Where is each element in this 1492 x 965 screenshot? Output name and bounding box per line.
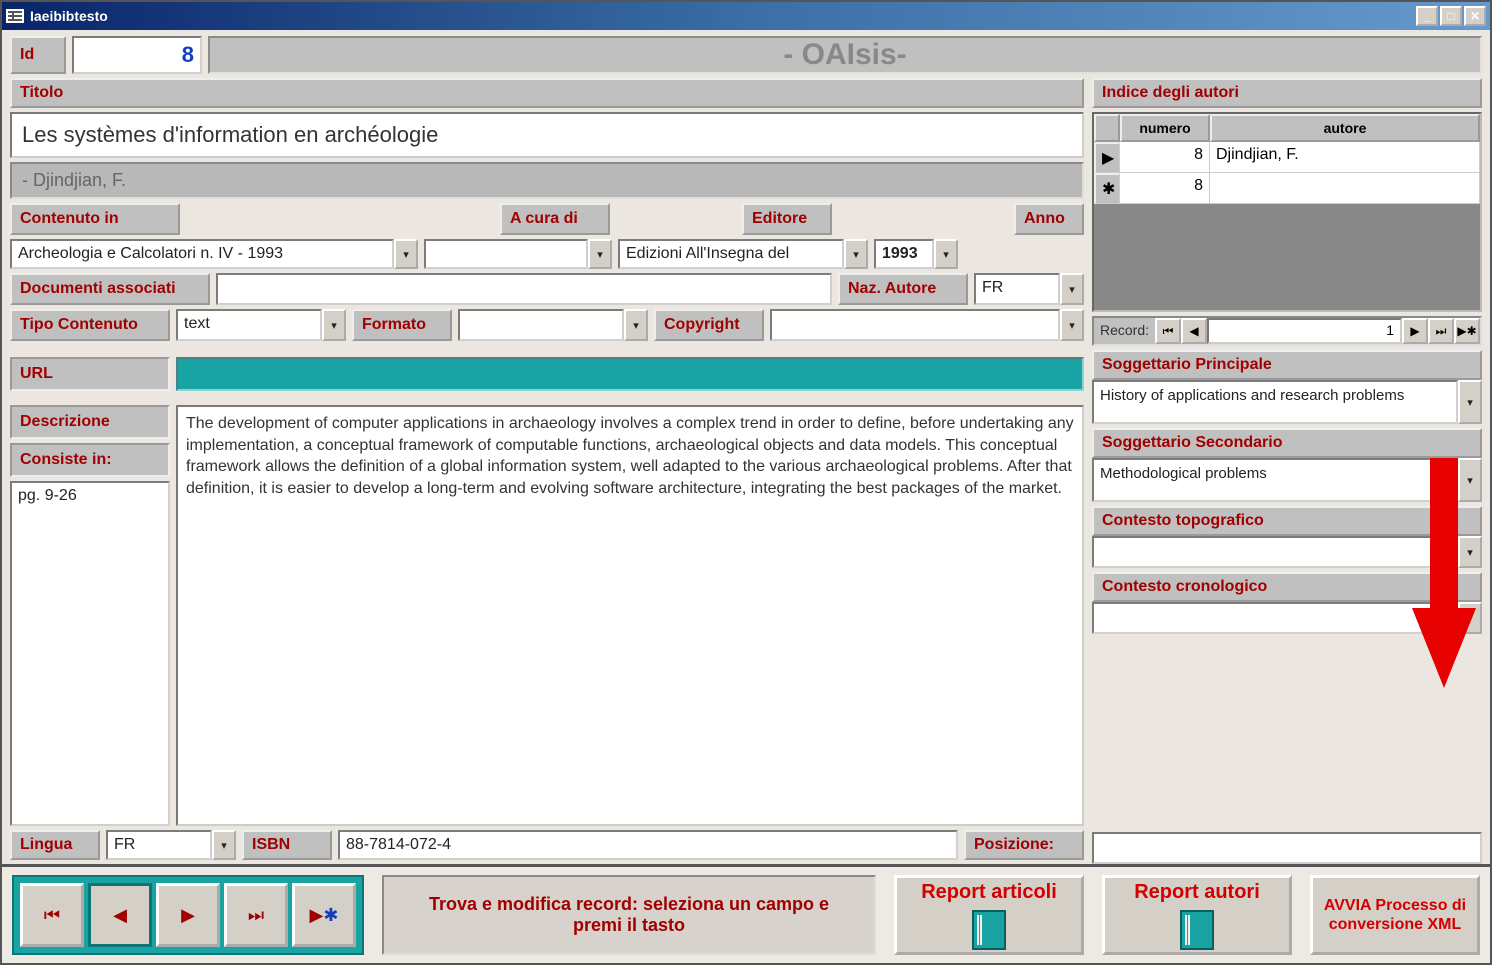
formato-dropdown[interactable]: [624, 309, 648, 341]
close-button[interactable]: ✕: [1464, 6, 1486, 26]
titolo-field[interactable]: Les systèmes d'information en archéologi…: [10, 112, 1084, 158]
sogg-principale-label: Soggettario Principale: [1092, 350, 1482, 380]
notebook-icon: [972, 910, 1006, 950]
a-cura-di-field[interactable]: [424, 239, 588, 269]
contesto-crono-dropdown[interactable]: [1458, 602, 1482, 634]
naz-autore-field[interactable]: FR: [974, 273, 1060, 305]
cell-autore[interactable]: [1210, 173, 1480, 204]
posizione-field[interactable]: [1092, 832, 1482, 864]
id-label: Id: [10, 36, 66, 74]
formato-label: Formato: [352, 309, 452, 341]
rec-first-button[interactable]: ⏮: [1155, 318, 1181, 344]
rec-last-button[interactable]: ⏭: [1428, 318, 1454, 344]
anno-field[interactable]: 1993: [874, 239, 934, 269]
sogg-secondario-field[interactable]: Methodological problems: [1092, 458, 1458, 502]
isbn-field[interactable]: 88-7814-072-4: [338, 830, 958, 860]
copyright-field[interactable]: [770, 309, 1060, 341]
contesto-topo-label: Contesto topografico: [1092, 506, 1482, 536]
record-label: Record:: [1094, 318, 1155, 344]
sogg-principale-field[interactable]: History of applications and research pro…: [1092, 380, 1458, 424]
col-autore-header[interactable]: autore: [1210, 114, 1480, 142]
a-cura-di-dropdown[interactable]: [588, 239, 612, 269]
documenti-associati-label: Documenti associati: [10, 273, 210, 305]
descrizione-label: Descrizione: [10, 405, 170, 439]
descrizione-field[interactable]: The development of computer applications…: [176, 405, 1084, 826]
formato-field[interactable]: [458, 309, 624, 341]
lingua-label: Lingua: [10, 830, 100, 860]
sogg-principale-dropdown[interactable]: [1458, 380, 1482, 424]
col-numero-header[interactable]: numero: [1120, 114, 1210, 142]
nav-last-button[interactable]: ⏭: [224, 883, 288, 947]
cell-numero[interactable]: 8: [1120, 173, 1210, 204]
contenuto-in-label: Contenuto in: [10, 203, 180, 235]
sogg-secondario-dropdown[interactable]: [1458, 458, 1482, 502]
nav-new-button[interactable]: ▶✱: [292, 883, 356, 947]
window-title: Iaeibibtesto: [30, 8, 1416, 24]
url-label: URL: [10, 357, 170, 391]
editore-label: Editore: [742, 203, 832, 235]
consiste-in-label: Consiste in:: [10, 443, 170, 477]
find-modify-hint: Trova e modifica record: seleziona un ca…: [382, 875, 876, 955]
minimize-button[interactable]: _: [1416, 6, 1438, 26]
maximize-button[interactable]: □: [1440, 6, 1462, 26]
table-row[interactable]: ✱8: [1094, 173, 1480, 204]
titolo-author-display: - Djindjian, F.: [10, 162, 1084, 199]
contenuto-in-dropdown[interactable]: [394, 239, 418, 269]
editore-field[interactable]: Edizioni All'Insegna del: [618, 239, 844, 269]
lingua-dropdown[interactable]: [212, 830, 236, 860]
nav-next-button[interactable]: ▶: [156, 883, 220, 947]
report-articoli-label: Report articoli: [921, 881, 1057, 904]
report-autori-button[interactable]: Report autori: [1102, 875, 1292, 955]
consiste-in-field[interactable]: pg. 9-26: [10, 481, 170, 826]
cell-autore[interactable]: Djindjian, F.: [1210, 142, 1480, 173]
copyright-label: Copyright: [654, 309, 764, 341]
record-number-field[interactable]: 1: [1207, 318, 1402, 344]
posizione-label: Posizione:: [964, 830, 1084, 860]
rec-new-button[interactable]: ▶✱: [1454, 318, 1480, 344]
url-field[interactable]: [176, 357, 1084, 391]
a-cura-di-label: A cura di: [500, 203, 610, 235]
contenuto-in-field[interactable]: Archeologia e Calcolatori n. IV - 1993: [10, 239, 394, 269]
authors-grid[interactable]: numero autore ▶8Djindjian, F.✱8: [1092, 112, 1482, 312]
notebook-icon: [1180, 910, 1214, 950]
row-selector-icon[interactable]: ▶: [1094, 142, 1120, 173]
isbn-label: ISBN: [242, 830, 332, 860]
editore-dropdown[interactable]: [844, 239, 868, 269]
app-title: - OAIsis-: [208, 36, 1482, 74]
report-autori-label: Report autori: [1134, 881, 1260, 904]
contesto-crono-field[interactable]: [1092, 602, 1458, 634]
id-field[interactable]: 8: [72, 36, 202, 74]
app-icon: [6, 9, 24, 23]
indice-autori-label: Indice degli autori: [1092, 78, 1482, 108]
copyright-dropdown[interactable]: [1060, 309, 1084, 341]
rec-prev-button[interactable]: ◀: [1181, 318, 1207, 344]
contesto-topo-field[interactable]: [1092, 536, 1458, 568]
nav-first-button[interactable]: ⏮: [20, 883, 84, 947]
cell-numero[interactable]: 8: [1120, 142, 1210, 173]
titlebar: Iaeibibtesto _ □ ✕: [2, 2, 1490, 30]
avvia-xml-button[interactable]: AVVIA Processo di conversione XML: [1310, 875, 1480, 955]
grid-selector-header: [1094, 114, 1120, 142]
record-navigator: Record: ⏮ ◀ 1 ▶ ⏭ ▶✱: [1092, 316, 1482, 346]
tipo-contenuto-dropdown[interactable]: [322, 309, 346, 341]
contesto-topo-dropdown[interactable]: [1458, 536, 1482, 568]
documenti-associati-field[interactable]: [216, 273, 832, 305]
row-selector-icon[interactable]: ✱: [1094, 173, 1120, 204]
record-nav-cluster: ⏮ ◀ ▶ ⏭ ▶✱: [12, 875, 364, 955]
naz-autore-label: Naz. Autore: [838, 273, 968, 305]
anno-label: Anno: [1014, 203, 1084, 235]
tipo-contenuto-label: Tipo Contenuto: [10, 309, 170, 341]
anno-dropdown[interactable]: [934, 239, 958, 269]
report-articoli-button[interactable]: Report articoli: [894, 875, 1084, 955]
rec-next-button[interactable]: ▶: [1402, 318, 1428, 344]
tipo-contenuto-field[interactable]: text: [176, 309, 322, 341]
sogg-secondario-label: Soggettario Secondario: [1092, 428, 1482, 458]
titolo-label: Titolo: [10, 78, 1084, 108]
nav-prev-button[interactable]: ◀: [88, 883, 152, 947]
naz-autore-dropdown[interactable]: [1060, 273, 1084, 305]
table-row[interactable]: ▶8Djindjian, F.: [1094, 142, 1480, 173]
lingua-field[interactable]: FR: [106, 830, 212, 860]
contesto-crono-label: Contesto cronologico: [1092, 572, 1482, 602]
